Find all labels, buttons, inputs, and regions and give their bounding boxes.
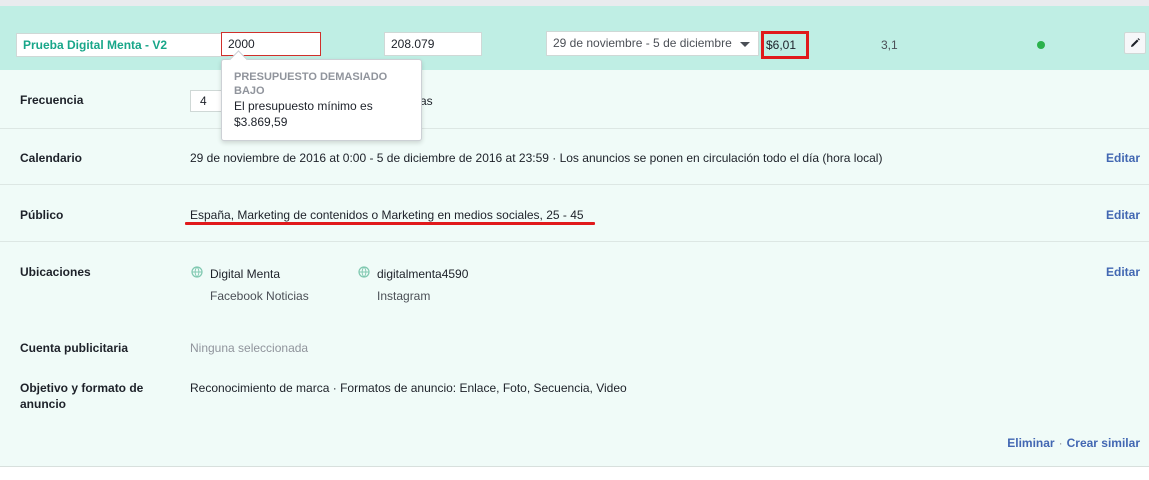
- cost-value-highlighted: $6,01: [761, 31, 809, 59]
- chevron-down-icon: [740, 42, 750, 47]
- objective-label-line2: anuncio: [20, 397, 67, 411]
- placement-page-name: Digital Menta: [210, 267, 281, 281]
- audience-value: España, Marketing de contenidos o Market…: [190, 208, 584, 222]
- link-separator: ·: [1058, 436, 1063, 450]
- budget-warning-tooltip: PRESUPUESTO DEMASIADO BAJO El presupuest…: [221, 59, 422, 141]
- divider: [0, 241, 1149, 242]
- pencil-icon: [1131, 38, 1140, 47]
- tooltip-title: PRESUPUESTO DEMASIADO BAJO: [234, 71, 388, 97]
- placement-channel: Facebook Noticias: [210, 289, 309, 303]
- objective-label-line1: Objetivo y formato de: [20, 381, 144, 395]
- frequency-label: Frecuencia: [20, 93, 84, 107]
- date-range-select[interactable]: 29 de noviembre - 5 de diciembre: [546, 31, 759, 56]
- ad-set-header-row: Prueba Digital Menta - V2 2000 208.079 2…: [0, 6, 1149, 70]
- delete-link[interactable]: Eliminar: [1007, 436, 1054, 450]
- schedule-value: 29 de noviembre de 2016 at 0:00 - 5 de d…: [190, 151, 883, 165]
- ad-set-details-panel: [0, 70, 1149, 467]
- date-range-value: 29 de noviembre - 5 de diciembre: [553, 36, 732, 50]
- ad-set-name-input[interactable]: Prueba Digital Menta - V2: [16, 33, 228, 57]
- audience-edit-link[interactable]: Editar: [1106, 208, 1140, 222]
- tooltip-body: El presupuesto mínimo es $3.869,59: [234, 99, 373, 129]
- schedule-label: Calendario: [20, 151, 83, 165]
- ad-account-value: Ninguna seleccionada: [190, 341, 309, 355]
- divider: [0, 184, 1149, 185]
- placements-edit-link[interactable]: Editar: [1106, 265, 1140, 279]
- impressions-input[interactable]: 208.079: [384, 32, 482, 56]
- divider: [0, 128, 1149, 129]
- objective-label: Objetivo y formato de anuncio: [20, 380, 143, 412]
- create-similar-link[interactable]: Crear similar: [1067, 436, 1140, 450]
- status-dot: [1037, 41, 1045, 49]
- globe-icon: [358, 266, 370, 278]
- placement-channel: Instagram: [377, 289, 431, 303]
- objective-value: Reconocimiento de marca · Formatos de an…: [190, 381, 627, 395]
- metric-value: 3,1: [881, 38, 898, 52]
- placements-label: Ubicaciones: [20, 265, 91, 279]
- frequency-input[interactable]: 4: [190, 90, 224, 112]
- audience-label: Público: [20, 208, 64, 222]
- audience-red-underline: [185, 222, 595, 225]
- placement-account-name: digitalmenta4590: [377, 267, 469, 281]
- schedule-edit-link[interactable]: Editar: [1106, 151, 1140, 165]
- ad-account-label: Cuenta publicitaria: [20, 341, 129, 355]
- edit-pencil-button[interactable]: [1124, 32, 1146, 54]
- footer-actions: Eliminar · Crear similar: [1007, 436, 1140, 450]
- globe-icon: [191, 266, 203, 278]
